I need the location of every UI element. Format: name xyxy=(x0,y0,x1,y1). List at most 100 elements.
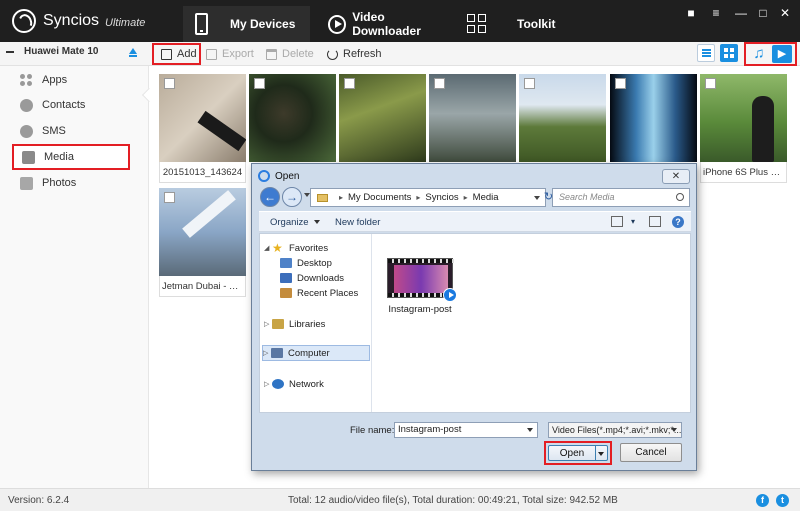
device-selector[interactable]: Huawei Mate 10 xyxy=(6,46,98,57)
media-item[interactable] xyxy=(339,74,426,162)
tab-my-devices[interactable]: My Devices xyxy=(183,6,310,42)
network-icon xyxy=(272,379,284,389)
media-item-caption: 20151013_143624 xyxy=(159,162,246,183)
change-view-icon[interactable] xyxy=(611,216,623,227)
facebook-icon[interactable]: f xyxy=(756,494,769,507)
open-file-dialog: Open ✕ ← → ▸ My Documents ▸ Syncios ▸ Me… xyxy=(251,163,697,471)
close-icon[interactable]: ✕ xyxy=(777,5,793,21)
expand-arrow-icon[interactable]: ▷ xyxy=(264,320,272,328)
phone-icon xyxy=(195,13,208,35)
expand-arrow-icon[interactable]: ◢ xyxy=(264,244,272,252)
app-name: Syncios xyxy=(43,12,100,29)
add-button[interactable]: Add xyxy=(152,43,201,65)
new-folder-button[interactable]: New folder xyxy=(335,217,380,228)
media-item[interactable]: iPhone 6S Plus Came... xyxy=(700,74,787,183)
maximize-icon[interactable]: □ xyxy=(755,5,771,21)
status-bar: Version: 6.2.4 Total: 12 audio/video fil… xyxy=(0,488,800,511)
device-name: Huawei Mate 10 xyxy=(24,46,99,57)
media-item-checkbox[interactable] xyxy=(524,78,535,89)
sidebar-item-contacts[interactable]: Contacts xyxy=(12,92,130,118)
eject-icon[interactable] xyxy=(129,48,137,57)
sidebar-item-sms[interactable]: SMS xyxy=(12,118,130,144)
media-item-checkbox[interactable] xyxy=(705,78,716,89)
menu-icon[interactable]: ≡ xyxy=(708,5,724,21)
tree-item-downloads[interactable]: Downloads xyxy=(280,270,344,286)
media-item-checkbox[interactable] xyxy=(164,192,175,203)
open-button[interactable]: Open xyxy=(544,441,612,465)
media-item-checkbox[interactable] xyxy=(254,78,265,89)
tree-item-desktop[interactable]: Desktop xyxy=(280,255,332,271)
open-options-dropdown-icon[interactable] xyxy=(595,446,607,460)
file-name-input[interactable]: Instagram-post xyxy=(394,422,538,438)
tree-item-label: Network xyxy=(289,378,324,390)
libraries-icon xyxy=(272,319,284,329)
media-item[interactable] xyxy=(519,74,606,162)
organize-menu[interactable]: Organize xyxy=(270,217,320,228)
tree-item-label: Desktop xyxy=(297,257,332,269)
breadcrumb-separator: ▸ xyxy=(339,193,344,202)
media-item[interactable] xyxy=(429,74,516,162)
sidebar-item-media[interactable]: Media xyxy=(12,144,130,170)
dialog-close-button[interactable]: ✕ xyxy=(662,169,690,184)
tree-item-libraries[interactable]: ▷ Libraries xyxy=(264,316,325,332)
preview-pane-icon[interactable] xyxy=(649,216,661,227)
media-item[interactable]: 20151013_143624 xyxy=(159,74,246,183)
trash-icon xyxy=(266,48,277,60)
back-arrow-icon[interactable]: ← xyxy=(260,187,280,207)
media-item[interactable]: Jetman Dubai - You... xyxy=(159,188,246,297)
tab-toolkit-label: Toolkit xyxy=(517,17,556,31)
tree-item-recent-places[interactable]: Recent Places xyxy=(280,285,358,301)
folder-icon xyxy=(317,193,328,202)
breadcrumb-item[interactable]: My Documents xyxy=(348,192,411,203)
media-item-checkbox[interactable] xyxy=(344,78,355,89)
sidebar-item-photos[interactable]: Photos xyxy=(12,170,130,196)
tree-item-favorites[interactable]: ◢ ★ Favorites xyxy=(264,240,328,256)
forward-arrow-icon[interactable]: → xyxy=(282,187,302,207)
delete-button-label: Delete xyxy=(282,48,314,60)
export-button-label: Export xyxy=(222,48,254,60)
media-item[interactable] xyxy=(249,74,336,162)
search-input[interactable]: Search Media xyxy=(552,188,690,207)
sidebar-item-apps[interactable]: Apps xyxy=(12,67,130,93)
chevron-down-icon[interactable] xyxy=(527,428,533,432)
open-button-body[interactable]: Open xyxy=(548,445,608,461)
video-icon[interactable]: ▶ xyxy=(772,45,792,63)
breadcrumb-item[interactable]: Syncios xyxy=(425,192,458,203)
grid-view-icon[interactable] xyxy=(720,44,738,62)
export-icon xyxy=(206,48,217,60)
sidebar-item-label: Contacts xyxy=(42,99,86,111)
media-item-checkbox[interactable] xyxy=(164,78,175,89)
minimize-icon[interactable]: — xyxy=(733,5,749,21)
file-type-select[interactable]: Video Files(*.mp4;*.avi;*.mkv;*... xyxy=(548,422,682,438)
breadcrumb[interactable]: ▸ My Documents ▸ Syncios ▸ Media xyxy=(310,188,546,207)
expand-arrow-icon[interactable]: ▷ xyxy=(264,380,272,388)
refresh-button[interactable]: Refresh xyxy=(327,43,382,65)
dialog-app-icon xyxy=(258,170,270,182)
message-icon[interactable]: ■ xyxy=(683,5,699,21)
media-item[interactable] xyxy=(610,74,697,162)
star-icon: ★ xyxy=(272,241,283,255)
cancel-button[interactable]: Cancel xyxy=(620,443,682,462)
list-view-icon[interactable] xyxy=(697,44,715,62)
media-item-caption: iPhone 6S Plus Came... xyxy=(700,162,787,183)
expand-arrow-icon[interactable]: ▷ xyxy=(263,349,271,357)
breadcrumb-separator: ▸ xyxy=(463,193,468,202)
tree-item-computer[interactable]: ▷ Computer xyxy=(262,345,370,361)
help-icon[interactable]: ? xyxy=(672,216,684,228)
add-file-icon xyxy=(161,48,172,60)
export-button[interactable]: Export xyxy=(206,43,254,65)
tab-video-downloader[interactable]: Video Downloader xyxy=(318,6,451,42)
dialog-body: ◢ ★ Favorites Desktop Downloads Recent P… xyxy=(259,233,691,413)
view-dropdown-icon[interactable]: ▾ xyxy=(631,217,635,226)
tree-item-network[interactable]: ▷ Network xyxy=(264,376,324,392)
delete-button[interactable]: Delete xyxy=(266,43,314,65)
file-item[interactable]: Instagram-post xyxy=(380,258,460,315)
breadcrumb-item[interactable]: Media xyxy=(473,192,499,203)
chevron-down-icon[interactable] xyxy=(671,428,677,432)
media-item-checkbox[interactable] xyxy=(615,78,626,89)
media-item-checkbox[interactable] xyxy=(434,78,445,89)
twitter-icon[interactable]: t xyxy=(776,494,789,507)
sidebar-item-label: Photos xyxy=(42,177,77,189)
tab-toolkit[interactable]: Toolkit xyxy=(457,6,557,42)
music-icon[interactable]: ♫ xyxy=(750,45,768,63)
